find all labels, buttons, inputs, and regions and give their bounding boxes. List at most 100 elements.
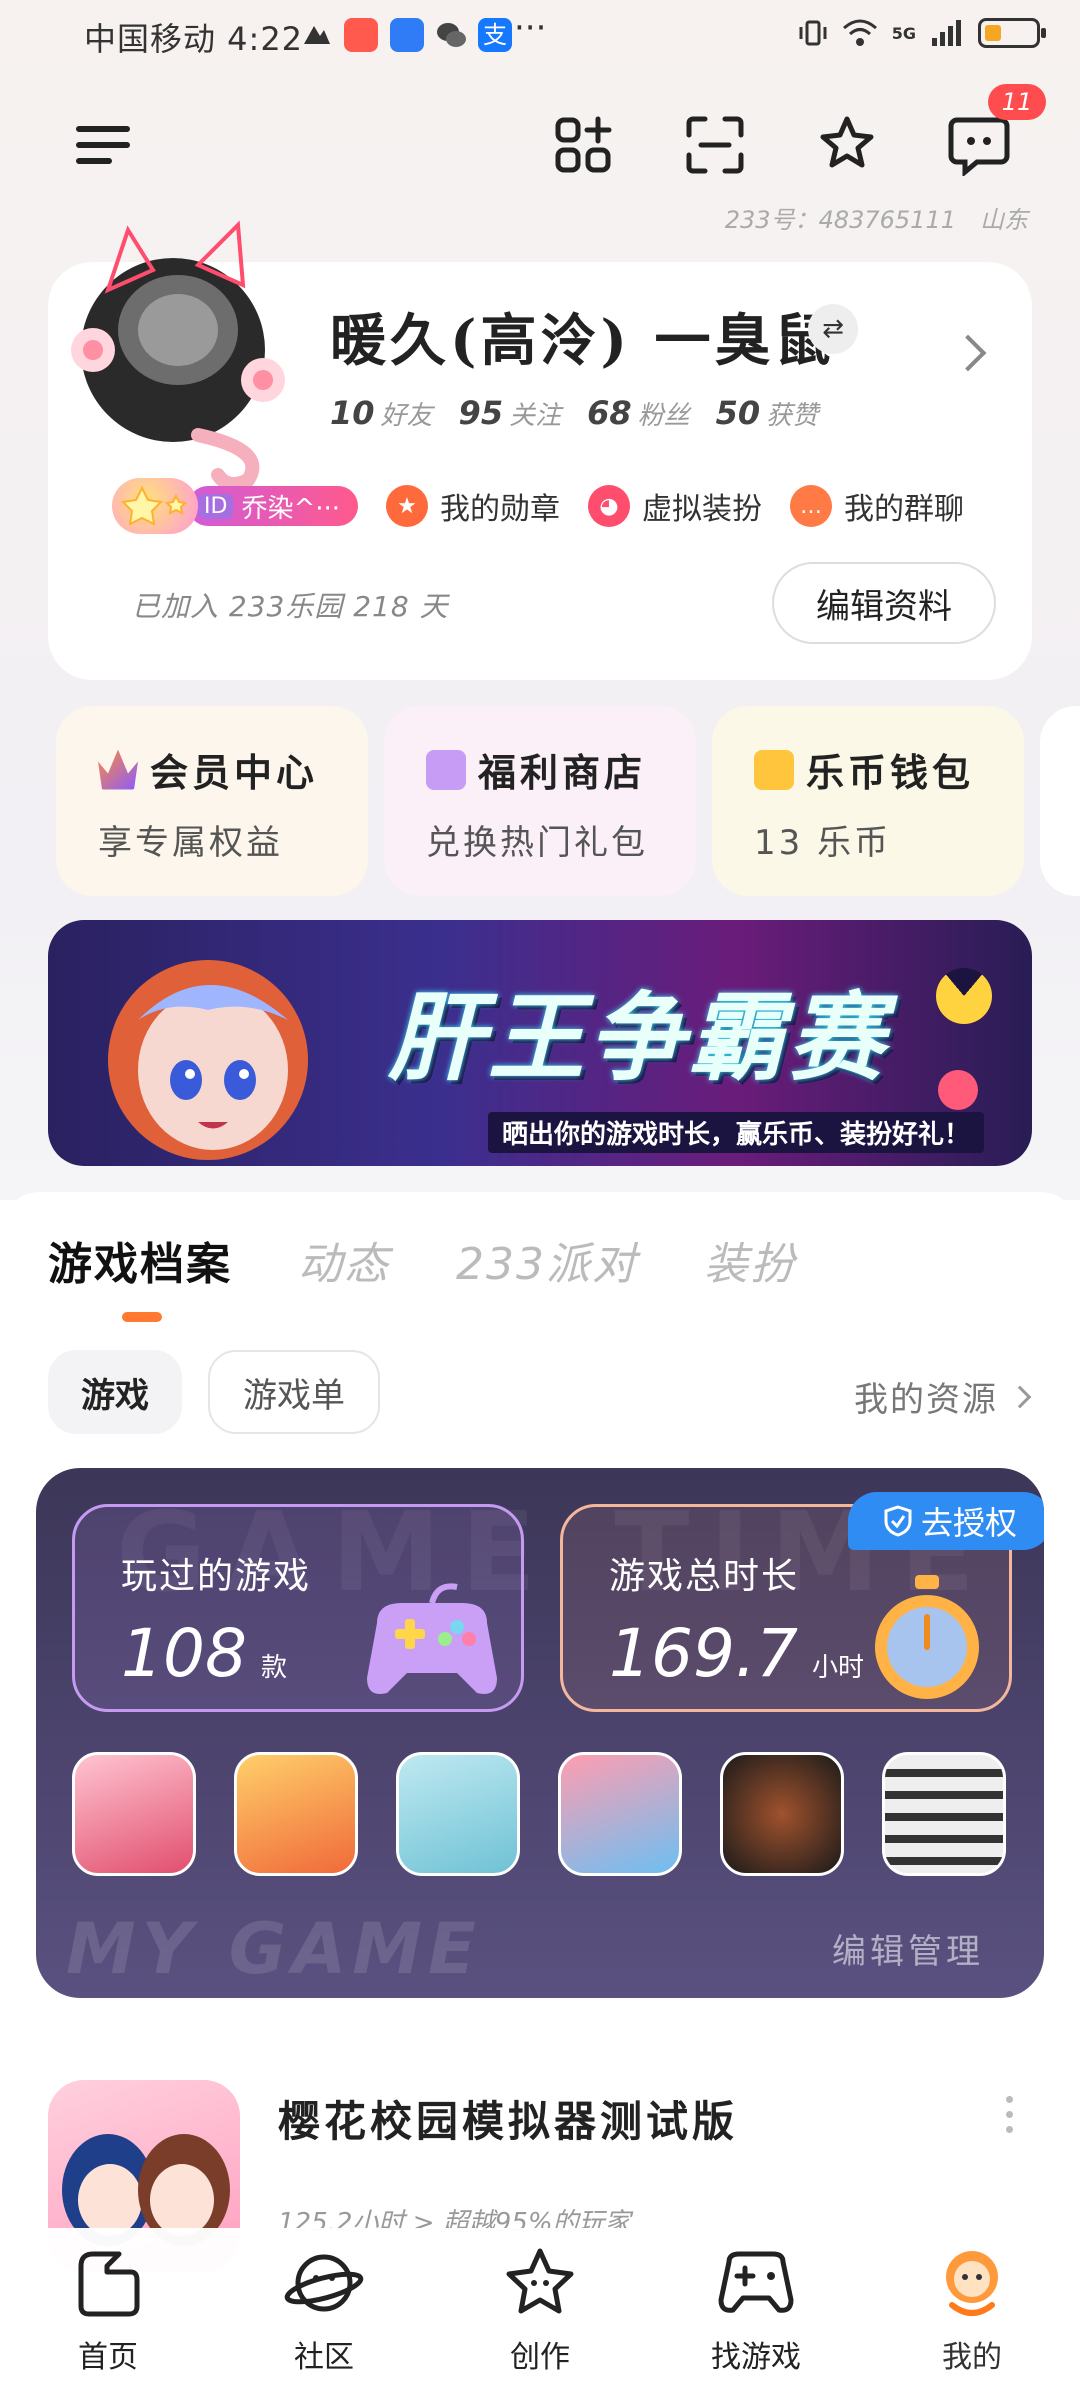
- game-stats-panel: GAME TIME MY GAME 玩过的游戏 108 款 游戏总时长 169.7…: [36, 1468, 1044, 1998]
- game-icon-sakura-school[interactable]: [72, 1752, 196, 1876]
- chip-game-list[interactable]: 游戏单: [208, 1350, 380, 1434]
- crown-icon: [98, 749, 138, 790]
- nav-community-label: 社区: [294, 2340, 354, 2375]
- edit-profile-button[interactable]: 编辑资料: [772, 562, 996, 644]
- menu-icon[interactable]: [68, 110, 138, 180]
- nav-find-games[interactable]: 找游戏: [666, 2242, 846, 2400]
- notification-icon-app: [344, 18, 378, 52]
- notification-icon-person: [300, 18, 334, 52]
- tab-233-party[interactable]: 233派对: [456, 1228, 638, 1292]
- message-count-badge: 11: [988, 84, 1046, 120]
- id-tag-text: 乔染^···: [241, 493, 341, 524]
- user-id-line: 233号：483765111 山东: [725, 200, 1028, 235]
- banner-headline: 肝王争霸赛: [388, 982, 888, 1094]
- stat-likes[interactable]: 50 获赞: [716, 394, 819, 432]
- stat-fans[interactable]: 68 粉丝: [587, 394, 690, 432]
- game-icon-anime-1[interactable]: [234, 1752, 358, 1876]
- status-time: 中国移动 4:22: [84, 20, 304, 58]
- wechat-icon: [434, 18, 468, 52]
- tab-costume[interactable]: 装扮: [704, 1228, 796, 1292]
- wifi-icon: [842, 19, 877, 46]
- more-options-icon[interactable]: [1006, 2096, 1014, 2133]
- played-games-unit: 款: [260, 1653, 287, 1683]
- scan-icon[interactable]: [680, 110, 750, 180]
- my-resources-label: 我的资源: [854, 1380, 998, 1420]
- nav-find-games-label: 找游戏: [711, 2340, 801, 2375]
- coin-wallet-title: 乐币钱包: [806, 751, 975, 795]
- profile-tabs: 游戏档案 动态 233派对 装扮: [48, 1228, 796, 1292]
- cat-costume-icon: ◕: [588, 485, 631, 527]
- watermark-my-game: MY GAME: [66, 1908, 482, 1990]
- region: 山东: [980, 206, 1028, 234]
- welfare-shop-card[interactable]: 福利商店 兑换热门礼包: [384, 706, 696, 896]
- star-face-icon: [499, 2242, 581, 2324]
- status-right-group: 5G: [798, 18, 1046, 48]
- nav-community[interactable]: 社区: [234, 2242, 414, 2400]
- gamepad-3d-icon: [367, 1583, 497, 1694]
- star-badge-icon[interactable]: [112, 478, 198, 534]
- network-type: 5G: [891, 23, 916, 43]
- game-icon-anime-2[interactable]: [396, 1752, 520, 1876]
- chip-games[interactable]: 游戏: [48, 1350, 182, 1434]
- apps-grid-icon[interactable]: [548, 110, 618, 180]
- vip-center-sub: 享专属权益: [98, 823, 283, 863]
- virtual-costume-entry[interactable]: ◕ 虚拟装扮: [588, 484, 762, 528]
- played-games-value: 108: [121, 1615, 247, 1692]
- game-title[interactable]: 樱花校园模拟器测试版: [278, 2088, 738, 2149]
- my-resources-link[interactable]: 我的资源: [854, 1372, 1032, 1421]
- battery-icon: [978, 18, 1046, 48]
- id-tag-pill[interactable]: ID 乔染^···: [188, 486, 359, 526]
- quick-card-peek: [1040, 706, 1080, 896]
- my-medals-label: 我的勋章: [440, 492, 561, 527]
- my-medals-entry[interactable]: ★ 我的勋章: [386, 484, 560, 528]
- banner-subtitle: 晒出你的游戏时长，赢乐币、装扮好礼！: [488, 1112, 985, 1153]
- event-banner[interactable]: 肝王争霸赛 晒出你的游戏时长，赢乐币、装扮好礼！: [48, 920, 1032, 1166]
- game-icon-tiles[interactable]: [882, 1752, 1006, 1876]
- id-value: 483765111: [818, 206, 956, 234]
- my-groups-entry[interactable]: … 我的群聊: [790, 484, 964, 528]
- game-icon-anime-3[interactable]: [558, 1752, 682, 1876]
- my-groups-label: 我的群聊: [844, 492, 965, 527]
- vip-center-title: 会员中心: [150, 751, 319, 795]
- id-tag: ID: [198, 493, 234, 519]
- notification-icon-bulb: [390, 18, 424, 52]
- active-tab-indicator: [122, 1312, 162, 1322]
- welfare-shop-title: 福利商店: [478, 751, 647, 795]
- coin-wallet-card[interactable]: 乐币钱包 13 乐币: [712, 706, 1024, 896]
- tab-game-archive[interactable]: 游戏档案: [48, 1228, 232, 1292]
- played-games-box[interactable]: 玩过的游戏 108 款: [72, 1504, 524, 1712]
- wallet-icon: [754, 749, 794, 790]
- status-bar: 中国移动 4:22 支 ··· 5G: [0, 0, 1080, 80]
- nav-home[interactable]: 首页: [18, 2242, 198, 2400]
- planet-icon: [283, 2242, 365, 2324]
- shield-check-icon: [884, 1505, 912, 1537]
- pacman-icon: [936, 968, 992, 1024]
- star-sparkle-icon[interactable]: [812, 110, 882, 180]
- profile-badge-row: ID 乔染^··· ★ 我的勋章 ◕ 虚拟装扮 … 我的群聊: [112, 478, 964, 534]
- vip-center-card[interactable]: 会员中心 享专属权益: [56, 706, 368, 896]
- status-more-dots: ···: [514, 8, 547, 48]
- joined-days: 已加入 233乐园 218 天: [132, 590, 449, 623]
- stat-following[interactable]: 95 关注: [459, 394, 562, 432]
- edit-manage-button[interactable]: 编辑管理: [832, 1924, 984, 1973]
- coin-wallet-sub: 13 乐币: [754, 823, 892, 863]
- nav-mine-label: 我的: [942, 2340, 1002, 2375]
- switch-account-icon[interactable]: ⇄: [808, 304, 858, 354]
- vibrate-icon: [799, 20, 827, 46]
- message-icon[interactable]: [944, 110, 1014, 180]
- stat-friends[interactable]: 10 好友: [330, 394, 433, 432]
- welfare-shop-sub: 兑换热门礼包: [426, 823, 648, 863]
- tab-dynamics[interactable]: 动态: [298, 1228, 390, 1292]
- bottom-nav: 首页 社区 创作 找游戏 我的: [0, 2228, 1080, 2400]
- profile-stats: 10 好友 95 关注 68 粉丝 50 获赞: [330, 394, 818, 432]
- home-icon: [67, 2242, 149, 2324]
- avatar[interactable]: [68, 210, 298, 491]
- banner-character-image: [108, 960, 308, 1160]
- game-icon-dark-figure[interactable]: [720, 1752, 844, 1876]
- nav-mine[interactable]: 我的: [882, 2242, 1062, 2400]
- chevron-right-icon: [1008, 1385, 1032, 1408]
- nav-create[interactable]: 创作: [450, 2242, 630, 2400]
- id-label: 233号：: [724, 206, 819, 234]
- authorize-button[interactable]: 去授权: [848, 1492, 1044, 1550]
- stopwatch-icon: [875, 1575, 979, 1699]
